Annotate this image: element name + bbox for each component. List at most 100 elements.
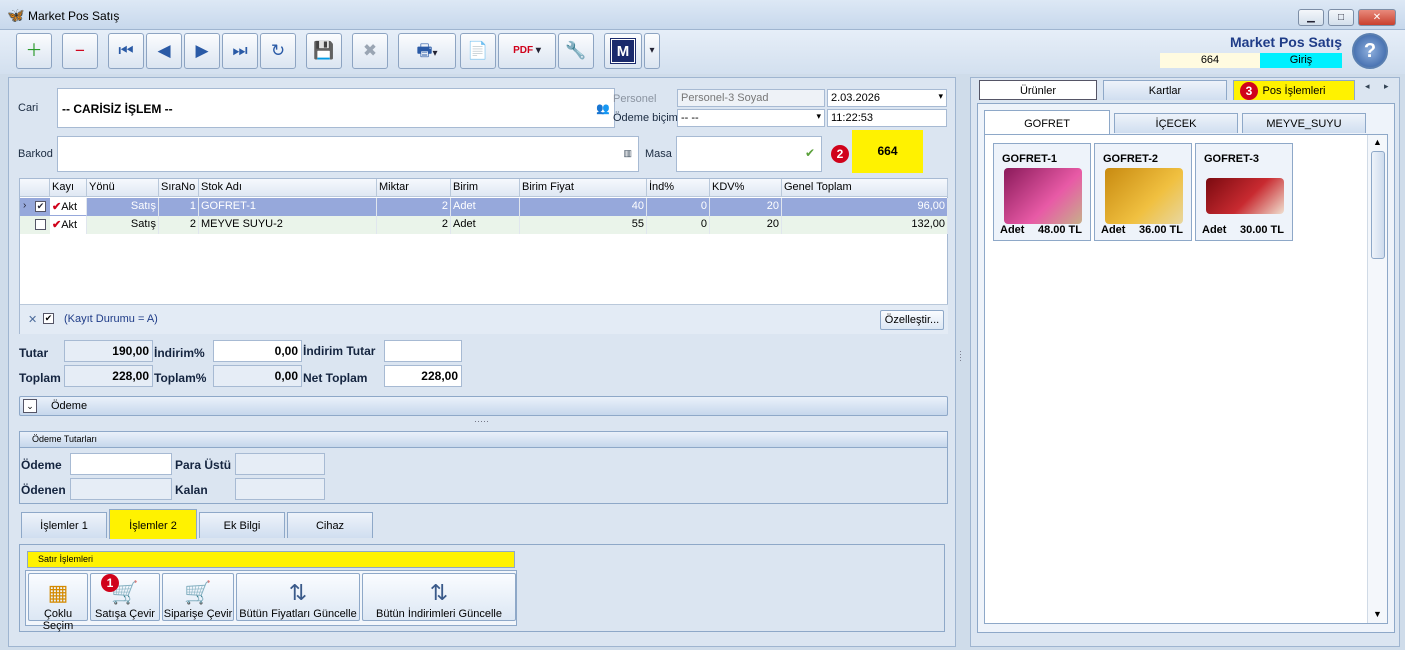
product-name: GOFRET-1 xyxy=(1002,153,1058,165)
refresh-icon[interactable]: ↻ xyxy=(260,33,296,69)
update-discounts-button[interactable]: ⇅ Bütün İndirimleri Güncelle xyxy=(362,573,516,621)
products-area: GOFRET-1 Adet 48.00 TL GOFRET-2 Adet 36.… xyxy=(984,134,1388,624)
cari-field[interactable]: -- CARİSİZ İŞLEM -- 👥 xyxy=(57,88,615,128)
product-unit: Adet xyxy=(1101,224,1126,236)
indirim-pct-input[interactable]: 0,00 xyxy=(213,340,302,362)
tab-islemler-2[interactable]: İşlemler 2 xyxy=(109,509,197,539)
coklu-secim-button[interactable]: ▦ Çoklu Seçim xyxy=(28,573,88,632)
cell-ind: 0 xyxy=(647,216,710,234)
customize-button[interactable]: Özelleştir... xyxy=(880,310,944,330)
category-meyve-suyu[interactable]: MEYVE_SUYU xyxy=(1242,113,1366,133)
m-logo-icon[interactable]: M xyxy=(604,33,642,69)
tab-urunler[interactable]: Ürünler xyxy=(979,80,1097,100)
date-field[interactable]: 2.03.2026 ▾ xyxy=(827,89,947,107)
cell-stok: GOFRET-1 xyxy=(199,198,377,216)
expand-icon[interactable]: ⌄ xyxy=(23,399,37,413)
odeme-input[interactable] xyxy=(70,453,172,475)
odeme-collapse-bar[interactable]: ⌄ Ödeme xyxy=(19,396,948,416)
splitter-grip-icon[interactable]: ····· xyxy=(474,416,489,426)
net-toplam-value[interactable]: 228,00 xyxy=(384,365,462,387)
first-record-icon[interactable]: ⏮ xyxy=(108,33,144,69)
check-mark-icon: ✔ xyxy=(52,219,62,231)
help-button[interactable]: ? xyxy=(1352,33,1388,69)
scroll-down-icon[interactable]: ▼ xyxy=(1373,609,1382,619)
tab-islemler-1[interactable]: İşlemler 1 xyxy=(21,512,107,538)
update-discounts-icon: ⇅ xyxy=(429,580,449,605)
odeme-bicimi-select[interactable]: -- -- ▾ xyxy=(677,109,825,127)
grid-header-kayit[interactable]: Kayı xyxy=(50,179,87,197)
last-record-icon[interactable]: ⏭ xyxy=(222,33,258,69)
barcode-icon[interactable]: ▥ xyxy=(623,148,632,159)
grid-header-ind[interactable]: İnd% xyxy=(647,179,710,197)
filter-text[interactable]: (Kayıt Durumu = A) xyxy=(64,313,158,325)
grid-header-stok[interactable]: Stok Adı xyxy=(199,179,377,197)
grid-header-fiyat[interactable]: Birim Fiyat xyxy=(520,179,647,197)
tab-cihaz[interactable]: Cihaz xyxy=(287,512,373,538)
pdf-export-icon[interactable]: PDF ▾ xyxy=(498,33,556,69)
grid-header: Kayı Yönü SıraNo Stok Adı Miktar Birim B… xyxy=(20,179,949,197)
vertical-splitter-grip-icon[interactable]: ···· xyxy=(956,350,966,362)
product-card[interactable]: GOFRET-2 Adet 36.00 TL xyxy=(1094,143,1192,241)
tab-scroll-left-icon[interactable]: ◂ xyxy=(1365,81,1370,92)
category-icecek[interactable]: İÇECEK xyxy=(1114,113,1238,133)
scroll-up-icon[interactable]: ▲ xyxy=(1373,137,1382,147)
siparise-cevir-button[interactable]: 🛒 Siparişe Çevir xyxy=(162,573,234,621)
product-image-gofret-2 xyxy=(1105,168,1183,224)
grid-header-kdv[interactable]: KDV% xyxy=(710,179,782,197)
table-row[interactable]: ✔Akt Satış 2 MEYVE SUYU-2 2 Adet 55 0 20… xyxy=(20,216,948,234)
close-button[interactable]: ✕ xyxy=(1358,9,1396,26)
grid-header-sirano[interactable]: SıraNo xyxy=(159,179,199,197)
grid-header-indicator xyxy=(20,179,50,197)
product-card[interactable]: GOFRET-1 Adet 48.00 TL xyxy=(993,143,1091,241)
personel-field[interactable]: Personel-3 Soyad xyxy=(677,89,825,107)
row-checkbox[interactable]: ✔ xyxy=(35,201,46,212)
print-icon[interactable]: 🖶▾ xyxy=(398,33,456,69)
check-icon[interactable]: ✔ xyxy=(805,146,815,160)
m-menu-dropdown[interactable]: ▾ xyxy=(644,33,660,69)
multi-select-icon: ▦ xyxy=(47,580,69,605)
toplam-value: 228,00 xyxy=(64,365,153,387)
people-icon[interactable]: 👥 xyxy=(596,102,610,115)
cell-kdv: 20 xyxy=(710,198,782,216)
cell-sira: 1 xyxy=(159,198,199,216)
odeme-bicimi-label: Ödeme biçimi xyxy=(613,112,681,124)
barkod-input[interactable]: ▥ xyxy=(57,136,639,172)
tab-kartlar[interactable]: Kartlar xyxy=(1103,80,1227,100)
indirim-tutar-input[interactable] xyxy=(384,340,462,362)
grid-header-yonu[interactable]: Yönü xyxy=(87,179,159,197)
row-checkbox[interactable] xyxy=(35,219,46,230)
update-prices-button[interactable]: ⇅ Bütün Fiyatları Güncelle xyxy=(236,573,360,621)
toplam-label: Toplam xyxy=(19,371,61,385)
prev-record-icon[interactable]: ◀ xyxy=(146,33,182,69)
save-icon[interactable]: 💾 xyxy=(306,33,342,69)
grid-header-miktar[interactable]: Miktar xyxy=(377,179,451,197)
tab-ek-bilgi[interactable]: Ek Bilgi xyxy=(199,512,285,538)
category-gofret[interactable]: GOFRET xyxy=(984,110,1110,134)
time-field[interactable]: 11:22:53 xyxy=(827,109,947,127)
new-page-icon[interactable]: 📄 xyxy=(460,33,496,69)
right-panel: Ürünler Kartlar Pos İşlemleri 3 ◂ ▸ GOFR… xyxy=(970,77,1400,647)
grid-header-toplam[interactable]: Genel Toplam xyxy=(782,179,948,197)
add-record-icon[interactable]: ＋ xyxy=(16,33,52,69)
next-record-icon[interactable]: ▶ xyxy=(184,33,220,69)
tools-icon[interactable]: 🔧 xyxy=(558,33,594,69)
cancel-save-icon[interactable]: ✖ xyxy=(352,33,388,69)
products-scrollbar[interactable]: ▲ ▼ xyxy=(1367,135,1387,623)
tab-scroll-right-icon[interactable]: ▸ xyxy=(1384,81,1389,92)
coklu-secim-label: Çoklu Seçim xyxy=(42,608,74,632)
tutar-value: 190,00 xyxy=(64,340,153,362)
minimize-button[interactable]: ▁ xyxy=(1298,9,1324,26)
product-name: GOFRET-3 xyxy=(1204,153,1260,165)
table-row[interactable]: › ✔ ✔Akt Satış 1 GOFRET-1 2 Adet 40 0 20… xyxy=(20,198,948,216)
filter-checkbox[interactable]: ✔ xyxy=(43,313,54,324)
product-price: 36.00 TL xyxy=(1138,224,1183,236)
grid-header-birim[interactable]: Birim xyxy=(451,179,520,197)
masa-input[interactable]: ✔ xyxy=(676,136,822,172)
product-price: 30.00 TL xyxy=(1239,224,1284,236)
scrollbar-thumb[interactable] xyxy=(1371,151,1385,259)
maximize-button[interactable]: □ xyxy=(1328,9,1354,26)
delete-record-icon[interactable]: − xyxy=(62,33,98,69)
product-card[interactable]: GOFRET-3 Adet 30.00 TL xyxy=(1195,143,1293,241)
kalan-label: Kalan xyxy=(175,483,208,497)
clear-filter-icon[interactable]: ✕ xyxy=(28,313,37,326)
